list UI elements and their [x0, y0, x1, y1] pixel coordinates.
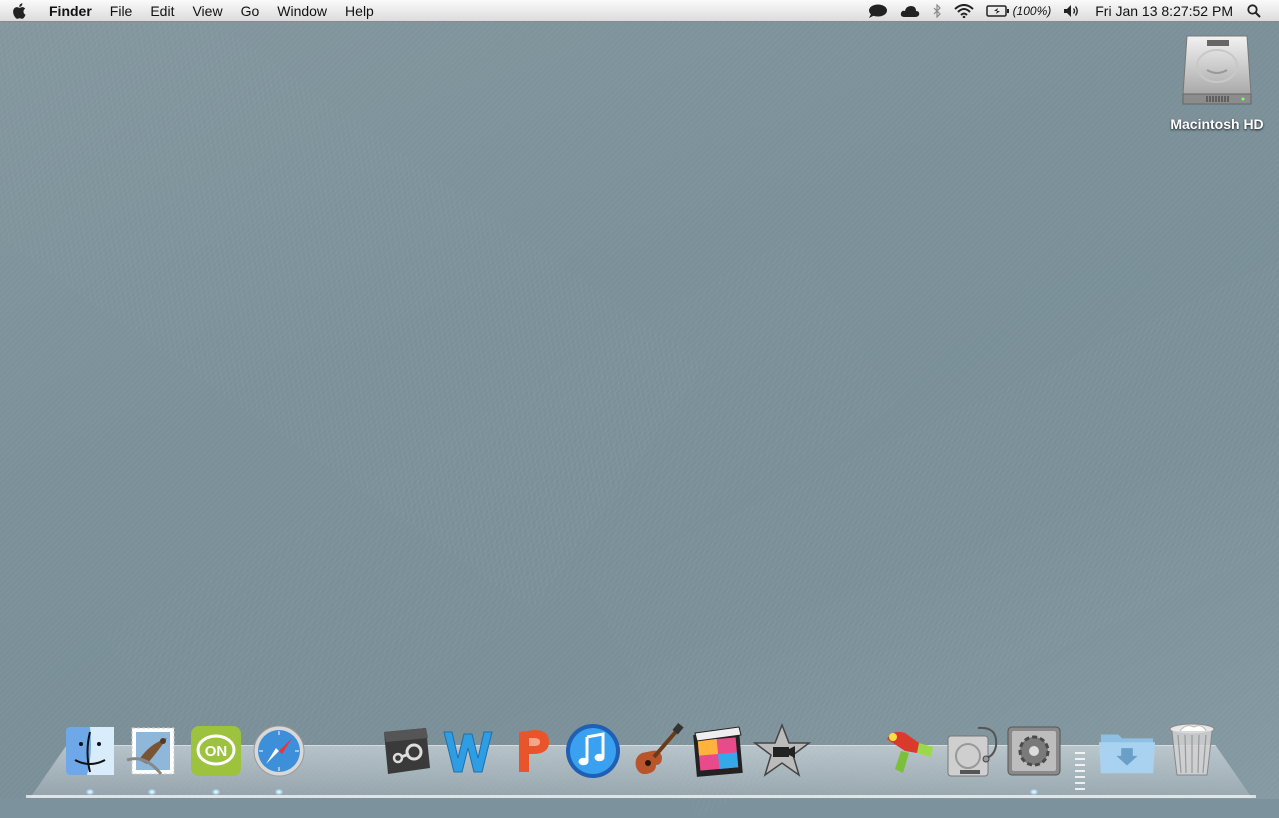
- finder-icon: [66, 727, 114, 775]
- dock-powerpoint[interactable]: [502, 720, 562, 782]
- messages-status-icon[interactable]: [862, 0, 894, 22]
- menu-file[interactable]: File: [101, 0, 142, 22]
- running-indicator: [212, 789, 220, 795]
- menu-view[interactable]: View: [183, 0, 231, 22]
- dock-final-cut-pro[interactable]: [689, 720, 749, 782]
- menu-window[interactable]: Window: [268, 0, 336, 22]
- microsoft-word-icon: [443, 731, 493, 773]
- dock-steam[interactable]: [376, 720, 436, 782]
- menu-bar: Finder File Edit View Go Window Help (10…: [0, 0, 1279, 22]
- menu-edit[interactable]: Edit: [141, 0, 183, 22]
- running-indicator: [148, 789, 156, 795]
- macintosh-hd-desktop-icon[interactable]: Macintosh HD: [1168, 30, 1266, 133]
- menu-clock[interactable]: Fri Jan 13 8:27:52 PM: [1087, 3, 1241, 19]
- safari-icon: [253, 725, 305, 777]
- dock-trash[interactable]: [1162, 720, 1222, 782]
- trash-icon: [1169, 723, 1215, 776]
- menu-help[interactable]: Help: [336, 0, 383, 22]
- dock-disk-utility[interactable]: [941, 720, 1001, 782]
- dock-separator: [1075, 752, 1085, 792]
- spotlight-search-icon[interactable]: [1241, 0, 1267, 22]
- mail-stamp-icon: [126, 727, 175, 775]
- itunes-icon: [566, 724, 620, 778]
- downloads-folder-icon: [1098, 734, 1156, 774]
- system-preferences-icon: [1007, 726, 1061, 776]
- battery-icon: [985, 4, 1009, 17]
- dock-word[interactable]: [438, 720, 498, 782]
- dock-safari[interactable]: [249, 720, 309, 782]
- dock-downloads-stack[interactable]: [1097, 720, 1157, 782]
- dock-mail[interactable]: [122, 720, 182, 782]
- dock-itunes[interactable]: [563, 720, 623, 782]
- volume-icon[interactable]: [1057, 0, 1087, 22]
- dock-nateon[interactable]: ON: [186, 720, 246, 782]
- dock-system-preferences[interactable]: [1004, 720, 1064, 782]
- dock-finder[interactable]: [60, 720, 120, 782]
- running-indicator: [86, 789, 94, 795]
- desktop-wallpaper: [0, 0, 1279, 818]
- imovie-icon: [753, 723, 811, 777]
- wifi-icon[interactable]: [948, 0, 980, 22]
- hard-drive-icon: [1182, 35, 1252, 105]
- menu-go[interactable]: Go: [232, 0, 269, 22]
- svg-text:ON: ON: [205, 743, 228, 760]
- dock-ray-gun-app[interactable]: [878, 720, 938, 782]
- garageband-icon: [635, 723, 684, 775]
- steam-icon: [384, 728, 430, 774]
- running-indicator: [275, 789, 283, 795]
- menu-app-name[interactable]: Finder: [40, 0, 101, 22]
- nateon-messenger-icon: ON: [191, 726, 241, 776]
- microsoft-powerpoint-icon: [519, 730, 549, 772]
- final-cut-pro-icon: [693, 726, 743, 777]
- dock-edge: [26, 795, 1256, 798]
- dock-imovie[interactable]: [752, 720, 812, 782]
- wallpaper-streak: [0, 0, 705, 611]
- ray-gun-app-icon: [887, 731, 933, 773]
- battery-status[interactable]: (100%): [980, 0, 1058, 22]
- dock-garageband[interactable]: [626, 720, 686, 782]
- running-indicator: [1030, 789, 1038, 795]
- disk-utility-icon: [947, 726, 998, 777]
- apple-menu-icon[interactable]: [0, 2, 40, 20]
- macintosh-hd-label: Macintosh HD: [1170, 116, 1264, 132]
- battery-percentage: (100%): [1012, 3, 1052, 18]
- bluetooth-icon[interactable]: [926, 0, 948, 22]
- cloud-sync-icon[interactable]: [894, 0, 926, 22]
